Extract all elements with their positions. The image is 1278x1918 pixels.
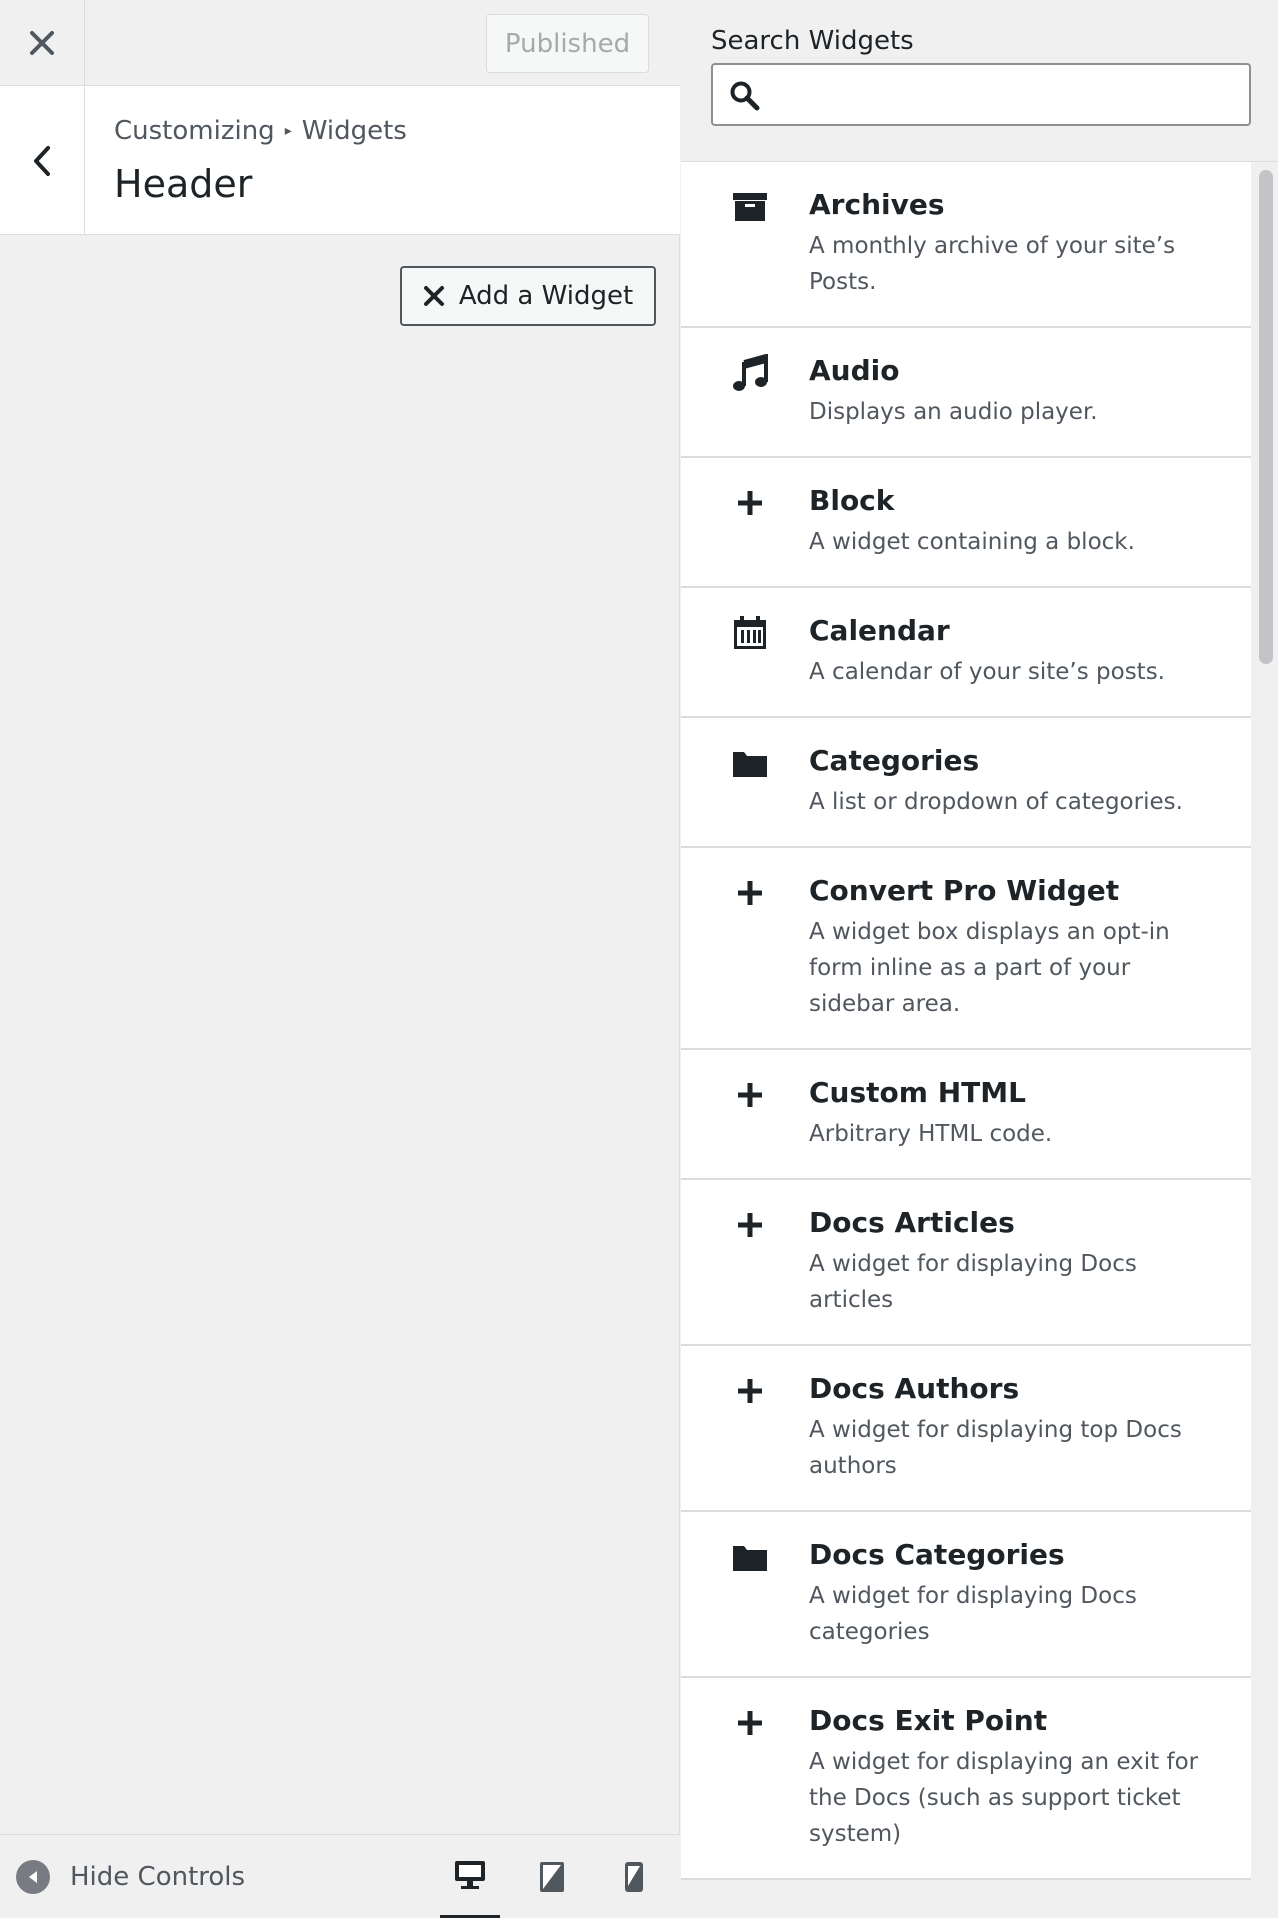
widget-item-docs-exit-point[interactable]: Docs Exit Point A widget for displaying a… xyxy=(681,1678,1251,1880)
calendar-icon xyxy=(731,614,769,652)
widget-item-custom-html[interactable]: Custom HTML Arbitrary HTML code. xyxy=(681,1050,1251,1180)
folder-icon xyxy=(731,1538,769,1576)
preview-mobile-button[interactable] xyxy=(604,1835,664,1918)
music-icon xyxy=(731,354,769,392)
widget-description: A widget for displaying an exit for the … xyxy=(809,1749,1199,1847)
customizer-controls: Published Customizing ▸ Widgets Header A… xyxy=(0,0,680,1918)
widget-title: Custom HTML xyxy=(809,1076,1026,1109)
breadcrumb-separator: ▸ xyxy=(284,123,292,139)
widget-item-block[interactable]: Block A widget containing a block. xyxy=(681,458,1251,588)
widget-description: Displays an audio player. xyxy=(809,399,1098,425)
customizer-footer: Hide Controls xyxy=(0,1834,680,1918)
widget-title: Calendar xyxy=(809,614,950,647)
breadcrumb-leaf: Widgets xyxy=(301,116,407,146)
widget-item-docs-authors[interactable]: Docs Authors A widget for displaying top … xyxy=(681,1346,1251,1512)
chevron-left-icon xyxy=(34,145,50,176)
collapse-icon xyxy=(16,1860,50,1894)
widget-item-convert-pro-widget[interactable]: Convert Pro Widget A widget box displays … xyxy=(681,848,1251,1050)
widget-title: Docs Authors xyxy=(809,1372,1020,1405)
close-icon xyxy=(30,31,54,55)
published-button[interactable]: Published xyxy=(486,14,649,73)
folder-icon xyxy=(731,744,769,782)
widget-title: Categories xyxy=(809,744,980,777)
search-input[interactable] xyxy=(773,65,1243,124)
preview-tablet-button[interactable] xyxy=(522,1835,582,1918)
breadcrumb-root: Customizing xyxy=(114,116,275,146)
search-box xyxy=(711,63,1251,126)
widget-title: Docs Exit Point xyxy=(809,1704,1048,1737)
hide-controls-label: Hide Controls xyxy=(70,1862,246,1892)
page-title: Header xyxy=(114,162,253,206)
widget-item-docs-articles[interactable]: Docs Articles A widget for displaying Doc… xyxy=(681,1180,1251,1346)
widget-description: A calendar of your site’s posts. xyxy=(809,659,1165,685)
widget-description: A widget containing a block. xyxy=(809,529,1135,555)
widget-description: A widget for displaying Docs articles xyxy=(809,1251,1137,1313)
widget-list-container: Archives A monthly archive of your site’s… xyxy=(681,161,1278,1918)
widget-item-calendar[interactable]: Calendar A calendar of your site’s posts. xyxy=(681,588,1251,718)
add-widget-button[interactable]: Add a Widget xyxy=(400,266,656,326)
widget-title: Block xyxy=(809,484,895,517)
back-button[interactable] xyxy=(0,86,85,235)
plus-icon xyxy=(731,1704,769,1742)
mobile-icon xyxy=(625,1862,643,1892)
archive-icon xyxy=(731,188,769,226)
widget-list: Archives A monthly archive of your site’s… xyxy=(681,162,1251,1880)
widget-description: A monthly archive of your site’s Posts. xyxy=(809,233,1176,295)
widget-item-archives[interactable]: Archives A monthly archive of your site’s… xyxy=(681,162,1251,328)
scrollbar-thumb[interactable] xyxy=(1259,170,1273,664)
widget-description: A widget box displays an opt-in form inl… xyxy=(809,919,1170,1017)
search-label: Search Widgets xyxy=(711,26,914,56)
breadcrumb: Customizing ▸ Widgets xyxy=(114,116,407,146)
widget-description: A widget for displaying top Docs authors xyxy=(809,1417,1182,1479)
plus-icon xyxy=(731,1206,769,1244)
tablet-icon xyxy=(540,1862,564,1892)
plus-icon xyxy=(731,1076,769,1114)
add-widget-label: Add a Widget xyxy=(458,281,634,311)
plus-icon xyxy=(731,874,769,912)
close-icon xyxy=(423,286,444,306)
customizer-header: Published xyxy=(0,0,680,86)
section-header: Customizing ▸ Widgets Header xyxy=(0,86,680,235)
close-customizer-button[interactable] xyxy=(0,0,85,86)
desktop-icon xyxy=(455,1861,485,1889)
plus-icon xyxy=(731,484,769,522)
widget-description: A widget for displaying Docs categories xyxy=(809,1583,1137,1645)
preview-desktop-button[interactable] xyxy=(440,1835,500,1918)
widget-title: Docs Articles xyxy=(809,1206,1015,1239)
widget-title: Audio xyxy=(809,354,900,387)
widget-item-categories[interactable]: Categories A list or dropdown of categori… xyxy=(681,718,1251,848)
widget-item-audio[interactable]: Audio Displays an audio player. xyxy=(681,328,1251,458)
widget-title: Archives xyxy=(809,188,945,221)
widget-title: Docs Categories xyxy=(809,1538,1065,1571)
widget-description: A list or dropdown of categories. xyxy=(809,789,1183,815)
widget-description: Arbitrary HTML code. xyxy=(809,1121,1053,1147)
scrollbar[interactable] xyxy=(1253,162,1278,1918)
available-widgets-panel: Search Widgets Archives A monthly archive… xyxy=(681,0,1278,1918)
plus-icon xyxy=(731,1372,769,1410)
hide-controls-button[interactable]: Hide Controls xyxy=(16,1835,245,1918)
widget-title: Convert Pro Widget xyxy=(809,874,1120,907)
search-icon xyxy=(730,81,760,111)
widget-item-docs-categories[interactable]: Docs Categories A widget for displaying D… xyxy=(681,1512,1251,1678)
